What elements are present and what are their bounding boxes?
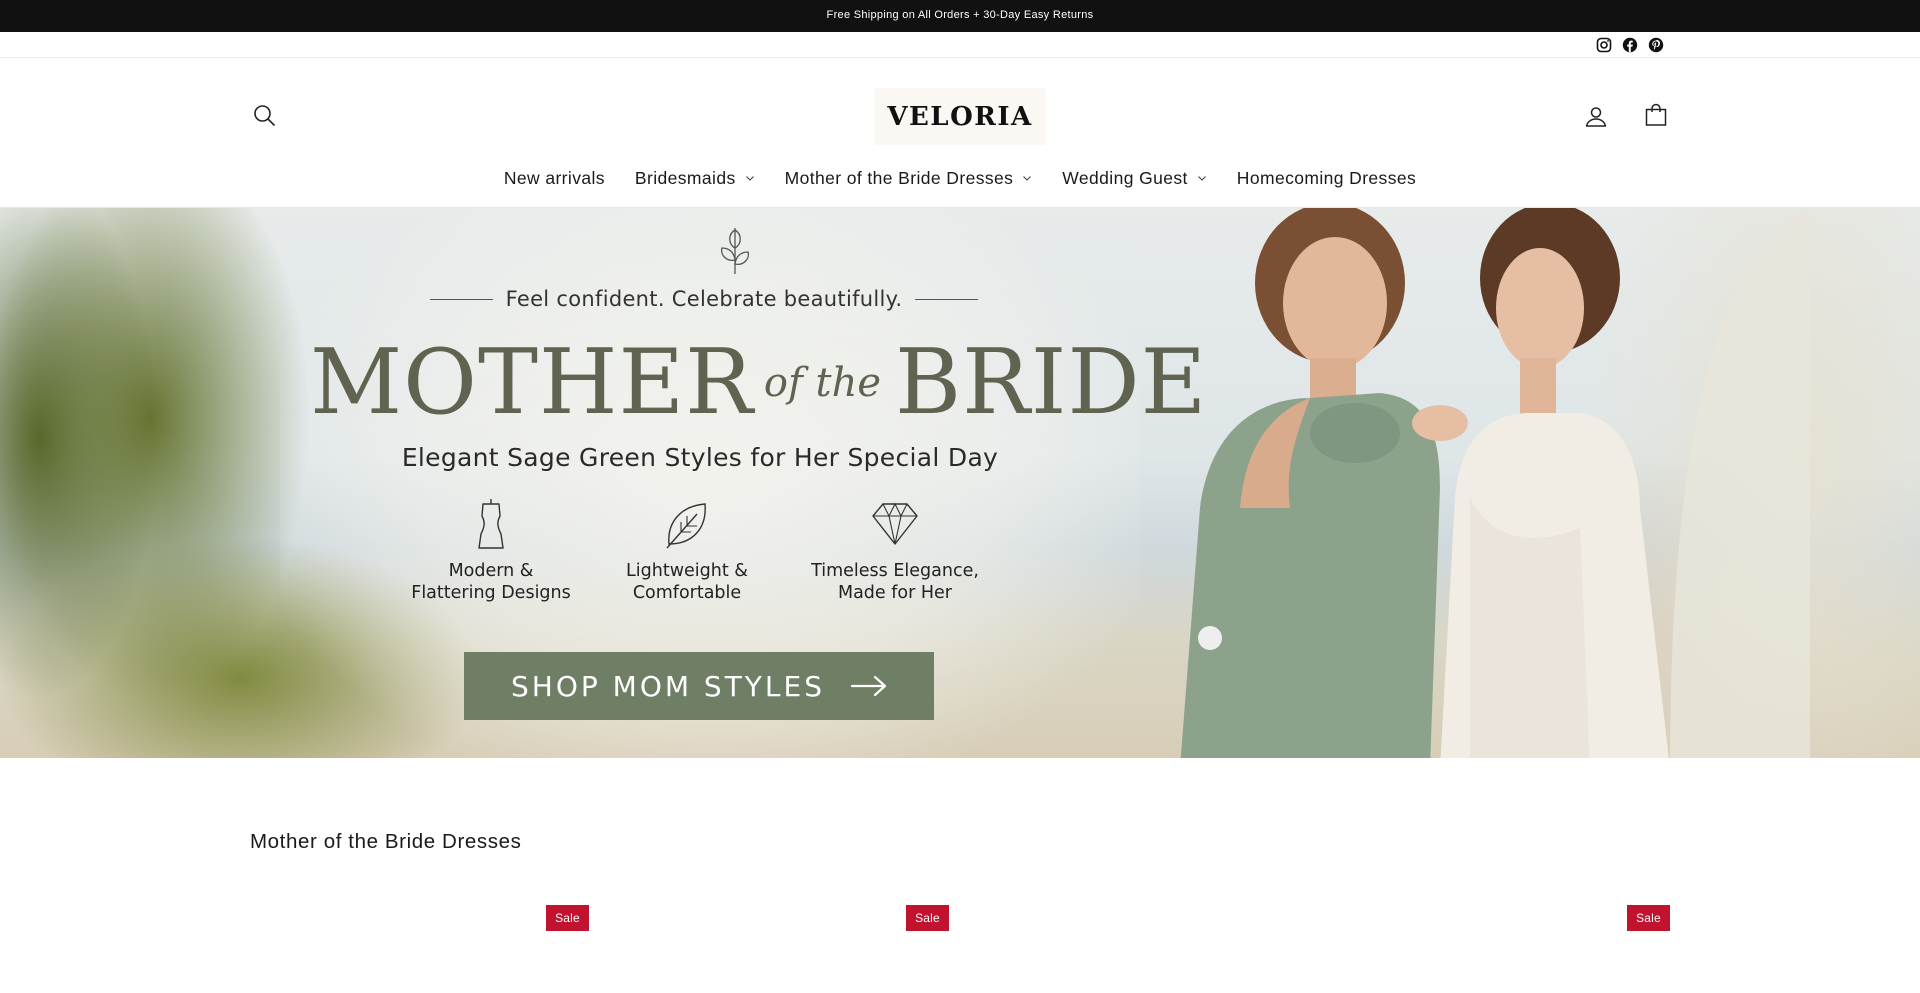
arrow-right-icon bbox=[850, 675, 887, 697]
search-icon[interactable] bbox=[248, 99, 280, 131]
announcement-text: Free Shipping on All Orders + 30-Day Eas… bbox=[826, 9, 1094, 21]
nav-item-mother-of-the-bride[interactable]: Mother of the Bride Dresses bbox=[770, 168, 1048, 189]
nav-item-homecoming-dresses[interactable]: Homecoming Dresses bbox=[1222, 168, 1431, 189]
feature-text: Modern & Flattering Designs bbox=[411, 561, 571, 603]
nav-item-label: Homecoming Dresses bbox=[1236, 167, 1417, 188]
nav-item-label: Wedding Guest bbox=[1062, 167, 1188, 188]
hero-headline: MOTHER of the BRIDE bbox=[310, 328, 1206, 438]
main-nav: New arrivals Bridesmaids Mother of the B… bbox=[0, 158, 1920, 198]
pinterest-icon[interactable] bbox=[1647, 36, 1665, 54]
feature-timeless-elegance: Timeless Elegance, Made for Her bbox=[795, 496, 995, 621]
nav-item-bridesmaids[interactable]: Bridesmaids bbox=[620, 168, 770, 189]
nav-item-label: Bridesmaids bbox=[634, 167, 736, 188]
cta-label: SHOP MOM STYLES bbox=[511, 669, 825, 703]
section-title: Mother of the Bride Dresses bbox=[250, 830, 522, 853]
announcement-bar: Free Shipping on All Orders + 30-Day Eas… bbox=[0, 0, 1920, 32]
feature-text: Timeless Elegance, Made for Her bbox=[811, 561, 979, 603]
feature-text: Lightweight & Comfortable bbox=[626, 561, 748, 603]
account-icon[interactable] bbox=[1580, 100, 1612, 132]
nav-item-label: Mother of the Bride Dresses bbox=[784, 167, 1014, 188]
hero-banner[interactable]: Feel confident. Celebrate beautifully. M… bbox=[0, 208, 1920, 758]
nav-item-new-arrivals[interactable]: New arrivals bbox=[489, 168, 620, 189]
sale-badge: Sale bbox=[906, 905, 949, 931]
leaf-icon bbox=[666, 503, 706, 549]
dress-form-icon bbox=[478, 499, 504, 549]
headline-bride: BRIDE bbox=[895, 330, 1208, 435]
instagram-icon[interactable] bbox=[1595, 36, 1613, 54]
chevron-down-icon bbox=[1023, 176, 1032, 181]
headline-of-the: of the bbox=[763, 360, 882, 406]
logo-text: VELORIA bbox=[887, 101, 1033, 132]
social-links-row bbox=[0, 32, 1920, 58]
chevron-down-icon bbox=[745, 176, 754, 181]
feature-modern-designs: Modern & Flattering Designs bbox=[391, 496, 591, 621]
diamond-icon bbox=[872, 502, 918, 545]
facebook-icon[interactable] bbox=[1621, 36, 1639, 54]
headline-mother: MOTHER bbox=[310, 330, 754, 435]
site-header: VELORIA New arrivals Bridesmaids Mother … bbox=[0, 58, 1920, 208]
divider bbox=[915, 299, 978, 300]
leaf-sprig-icon bbox=[720, 228, 750, 274]
sale-badge: Sale bbox=[546, 905, 589, 931]
shop-mom-styles-button[interactable]: SHOP MOM STYLES bbox=[464, 652, 934, 720]
hero-tagline: Feel confident. Celebrate beautifully. bbox=[505, 287, 903, 311]
hero-tagline-row: Feel confident. Celebrate beautifully. bbox=[430, 284, 978, 314]
hero-subheading: Elegant Sage Green Styles for Her Specia… bbox=[401, 443, 999, 472]
nav-item-label: New arrivals bbox=[503, 167, 605, 188]
hero-photo bbox=[1180, 208, 1810, 758]
shopping-bag-icon[interactable] bbox=[1640, 99, 1672, 131]
chevron-down-icon bbox=[1197, 176, 1206, 181]
nav-item-wedding-guest[interactable]: Wedding Guest bbox=[1047, 168, 1222, 189]
feature-lightweight: Lightweight & Comfortable bbox=[587, 496, 787, 621]
site-logo[interactable]: VELORIA bbox=[875, 88, 1045, 145]
sale-badge: Sale bbox=[1627, 905, 1670, 931]
